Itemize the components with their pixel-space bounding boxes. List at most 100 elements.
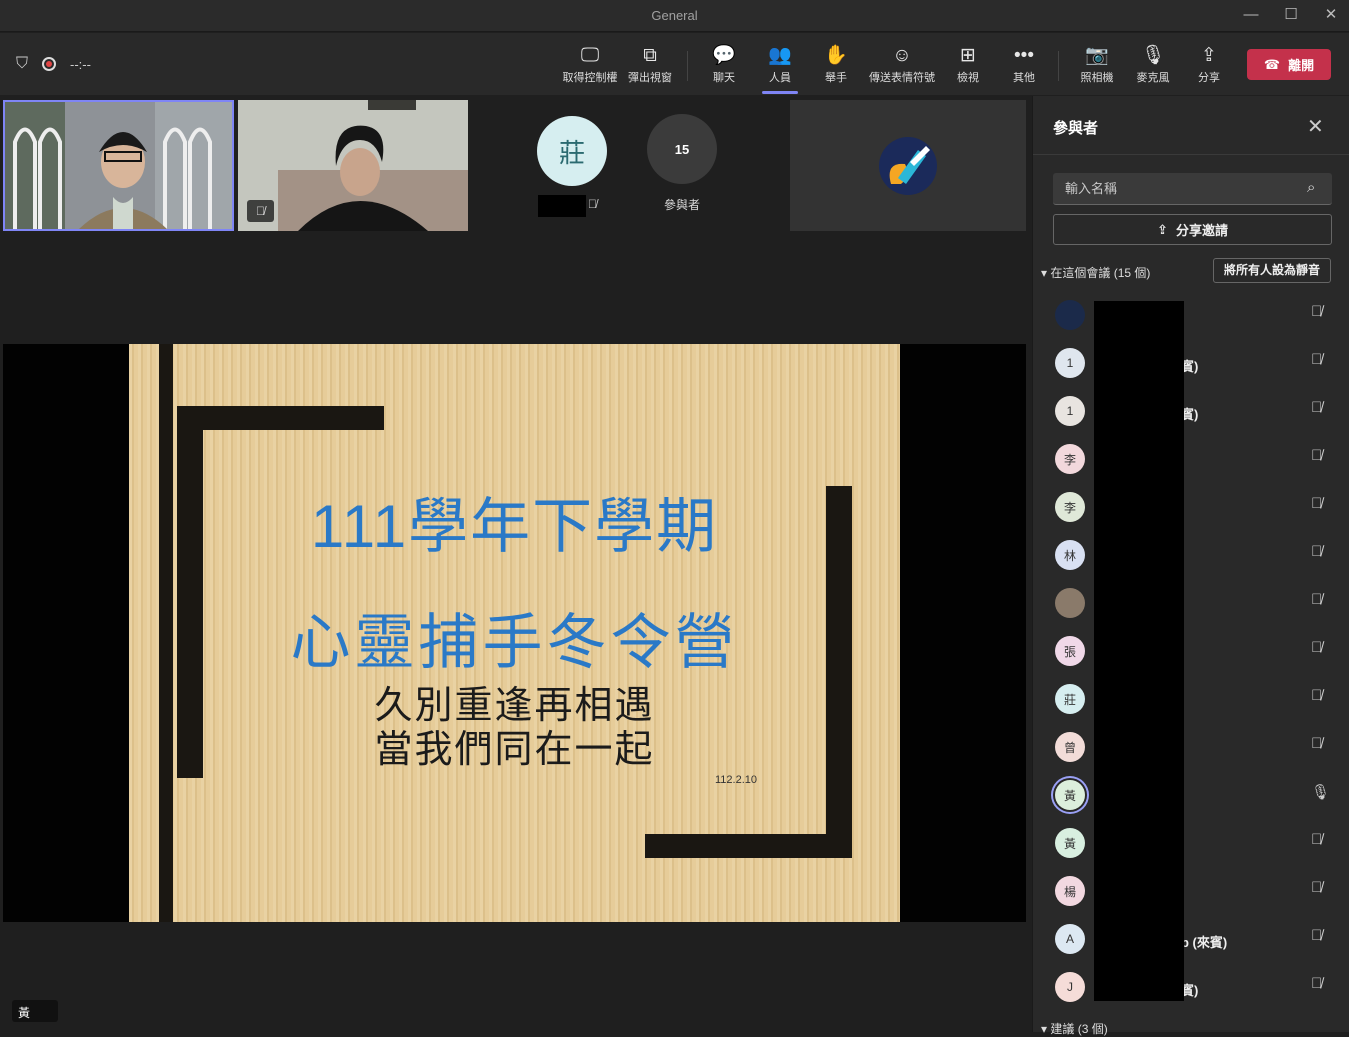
share-button[interactable]: ⇪ 分享 — [1179, 45, 1239, 85]
take-control-button[interactable]: 🖵 取得控制權 — [560, 45, 620, 85]
participants-panel: 參與者 ✕ ⌕ ⇪ 分享邀請 ▾ 在這個會議 (15 個) 將所有人設為靜音 🎙… — [1032, 96, 1349, 1036]
hang-up-icon: ☎ — [1263, 56, 1281, 72]
window-title: General — [651, 8, 698, 23]
share-icon: ⇪ — [1201, 45, 1217, 66]
video-tile-participant[interactable]: 🎙̸ — [238, 100, 468, 231]
mic-off-icon: 🎙̸ — [1311, 447, 1323, 464]
avatar: A — [1055, 924, 1085, 954]
meeting-stage: 🎙̸ 莊 🎙̸ 15 參與者 111學年下學期 心靈捕手冬令營 久別重逢再相遇 — [0, 96, 1030, 1032]
raise-hand-button[interactable]: ✋ 舉手 — [806, 45, 866, 85]
camera-button[interactable]: 📷 照相機 — [1067, 45, 1127, 85]
meeting-timer: --:-- — [70, 56, 91, 72]
close-icon[interactable]: ✕ — [1307, 114, 1324, 139]
mute-all-button[interactable]: 將所有人設為靜音 — [1213, 258, 1331, 283]
presenter-video — [5, 102, 232, 229]
mic-off-icon: 🎙̸ — [1311, 879, 1323, 896]
self-name-chip: 黃 — [12, 1000, 58, 1022]
close-window-icon[interactable]: ✕ — [1316, 4, 1346, 26]
mic-off-icon: 🎙̸ — [247, 200, 274, 222]
title-bar: General — ☐ ✕ — [0, 0, 1349, 32]
raise-hand-icon: ✋ — [824, 45, 848, 66]
minimize-icon[interactable]: — — [1236, 4, 1266, 26]
meeting-toolbar: ⛉ --:-- 🖵 取得控制權 ⧉ 彈出視窗 💬 聊天 👥 人員 ✋ 舉手 ☺ … — [0, 33, 1349, 95]
avatar — [1055, 300, 1085, 330]
avatar: 楊 — [1055, 876, 1085, 906]
slide-title-line2: 心靈捕手冬令營 — [290, 609, 739, 676]
redacted-names — [1094, 301, 1184, 1001]
search-icon[interactable]: ⌕ — [1307, 179, 1315, 196]
mic-on-icon: 🎙 — [1311, 784, 1331, 801]
mic-off-icon: 🎙̸ — [1311, 831, 1323, 848]
chat-icon: 💬 — [712, 45, 736, 66]
avatar: 林 — [1055, 540, 1085, 570]
chevron-down-icon: ▾ — [1041, 1022, 1048, 1036]
avatar: 黃 — [1055, 828, 1085, 858]
avatar — [1055, 588, 1085, 618]
participants-caption: 參與者 — [663, 198, 700, 212]
maximize-icon[interactable]: ☐ — [1276, 4, 1306, 26]
recording-icon — [42, 57, 57, 71]
mic-off-icon: 🎙̸ — [1311, 639, 1323, 656]
panel-divider — [1033, 154, 1349, 155]
participant-name: p (來賓) — [1181, 935, 1228, 950]
people-button[interactable]: 👥 人員 — [750, 45, 810, 94]
avatar-participant[interactable]: 莊 — [537, 116, 607, 186]
avatar: 張 — [1055, 636, 1085, 666]
presentation-slide: 111學年下學期 心靈捕手冬令營 久別重逢再相遇 當我們同在一起 112.2.1… — [129, 344, 900, 922]
mic-off-icon: 🎙̸ — [1311, 351, 1323, 368]
people-icon: 👥 — [768, 45, 792, 66]
avatar: 莊 — [1055, 684, 1085, 714]
mic-off-icon: 🎙̸ — [1311, 543, 1323, 560]
microphone-button[interactable]: 🎙 麥克風 — [1123, 45, 1183, 85]
slide-decoration — [177, 406, 384, 430]
org-logo-icon — [790, 100, 1026, 231]
toolbar-divider — [687, 51, 688, 81]
mic-off-icon: 🎙̸ — [1311, 975, 1323, 992]
video-tile-org-logo[interactable] — [790, 100, 1026, 231]
avatar: 1 — [1055, 348, 1085, 378]
chevron-down-icon: ▾ — [1041, 266, 1048, 280]
in-meeting-section[interactable]: ▾ 在這個會議 (15 個) — [1041, 264, 1150, 281]
redacted-name — [538, 195, 586, 217]
mic-off-icon: 🎙̸ — [588, 197, 597, 211]
avatar: 曾 — [1055, 732, 1085, 762]
avatar: 李 — [1055, 492, 1085, 522]
share-icon: ⇪ — [1157, 221, 1168, 237]
reactions-button[interactable]: ☺ 傳送表情符號 — [866, 45, 938, 85]
share-invite-button[interactable]: ⇪ 分享邀請 — [1053, 214, 1332, 245]
video-tile-presenter[interactable] — [3, 100, 234, 231]
slide-decoration — [645, 834, 852, 858]
mic-off-icon: 🎙 — [1140, 45, 1166, 66]
slide-title-line1: 111學年下學期 — [310, 493, 719, 560]
avatar: 1 — [1055, 396, 1085, 426]
more-participants-bubble[interactable]: 15 — [647, 114, 717, 184]
avatar: J — [1055, 972, 1085, 1002]
leave-button[interactable]: ☎ 離開 — [1247, 49, 1331, 80]
panel-title: 參與者 — [1053, 120, 1099, 137]
mic-off-icon: 🎙̸ — [1311, 735, 1323, 752]
mic-off-icon: 🎙̸ — [1311, 687, 1323, 704]
mic-off-icon: 🎙̸ — [1311, 591, 1323, 608]
slide-subtitle: 久別重逢再相遇 當我們同在一起 — [374, 685, 655, 771]
suggestions-section[interactable]: ▾ 建議 (3 個) — [1041, 1020, 1108, 1037]
camera-off-icon: 📷 — [1085, 45, 1109, 66]
avatar: 黃 — [1055, 780, 1085, 810]
popout-button[interactable]: ⧉ 彈出視窗 — [620, 45, 680, 85]
mic-off-icon: 🎙̸ — [1311, 303, 1323, 320]
mic-off-icon: 🎙̸ — [1311, 927, 1323, 944]
search-input[interactable] — [1053, 173, 1332, 205]
popout-icon: ⧉ — [643, 45, 657, 66]
shield-icon: ⛉ — [16, 55, 29, 72]
emoji-icon: ☺ — [892, 45, 912, 66]
avatar: 李 — [1055, 444, 1085, 474]
mic-off-icon: 🎙̸ — [1311, 495, 1323, 512]
screen-control-icon: 🖵 — [580, 45, 600, 66]
more-button[interactable]: ••• 其他 — [994, 45, 1054, 85]
toolbar-divider — [1058, 51, 1059, 81]
chat-button[interactable]: 💬 聊天 — [694, 45, 754, 85]
shared-screen: 111學年下學期 心靈捕手冬令營 久別重逢再相遇 當我們同在一起 112.2.1… — [3, 344, 1026, 922]
view-button[interactable]: ⊞ 檢視 — [938, 45, 998, 85]
slide-date: 112.2.10 — [715, 774, 758, 786]
mic-off-icon: 🎙̸ — [1311, 399, 1323, 416]
view-icon: ⊞ — [960, 45, 976, 66]
